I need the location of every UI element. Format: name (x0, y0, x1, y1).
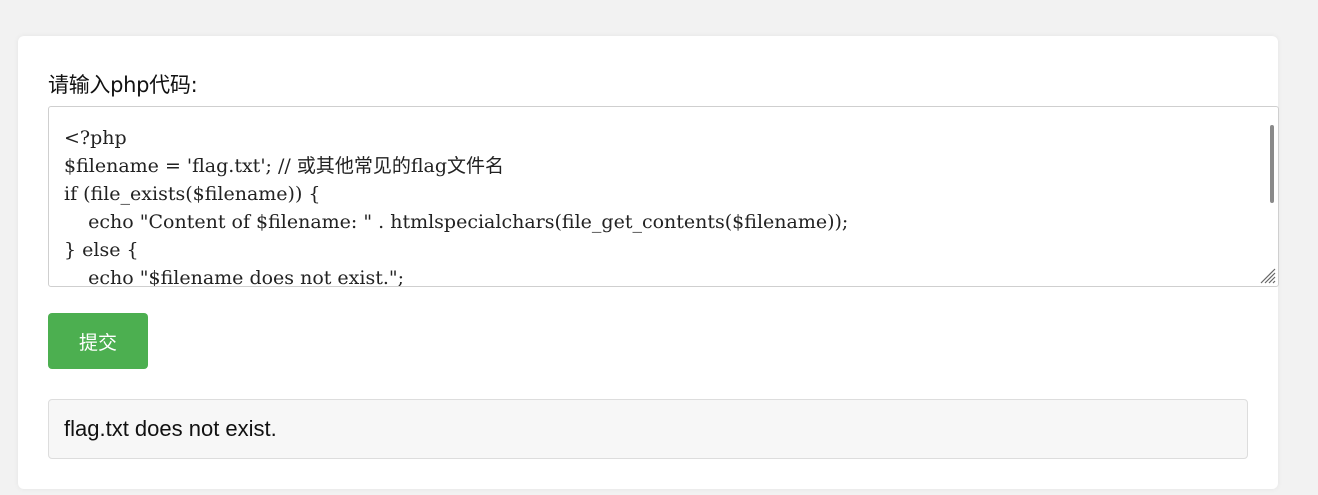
submit-button[interactable]: 提交 (48, 313, 148, 369)
code-line: if (file_exists($filename)) { (64, 183, 321, 205)
result-text: flag.txt does not exist. (64, 416, 277, 441)
code-line: } else { (64, 239, 139, 261)
code-content[interactable]: <?php $filename = 'flag.txt'; // 或其他常见的f… (64, 124, 849, 287)
result-output: flag.txt does not exist. (48, 399, 1248, 459)
php-form-card: 请输入php代码: <?php $filename = 'flag.txt'; … (18, 36, 1279, 489)
code-line: echo "Content of $filename: " . htmlspec… (64, 211, 849, 233)
php-code-textarea[interactable]: <?php $filename = 'flag.txt'; // 或其他常见的f… (48, 106, 1279, 287)
code-line: echo "$filename does not exist."; (64, 267, 405, 287)
textarea-scrollbar[interactable] (1270, 125, 1274, 203)
code-line: <?php (64, 127, 127, 149)
code-input-label: 请输入php代码: (48, 73, 198, 97)
code-line: $filename = 'flag.txt'; // 或其他常见的flag文件名 (64, 155, 504, 177)
resize-grip-icon[interactable] (1256, 264, 1276, 284)
